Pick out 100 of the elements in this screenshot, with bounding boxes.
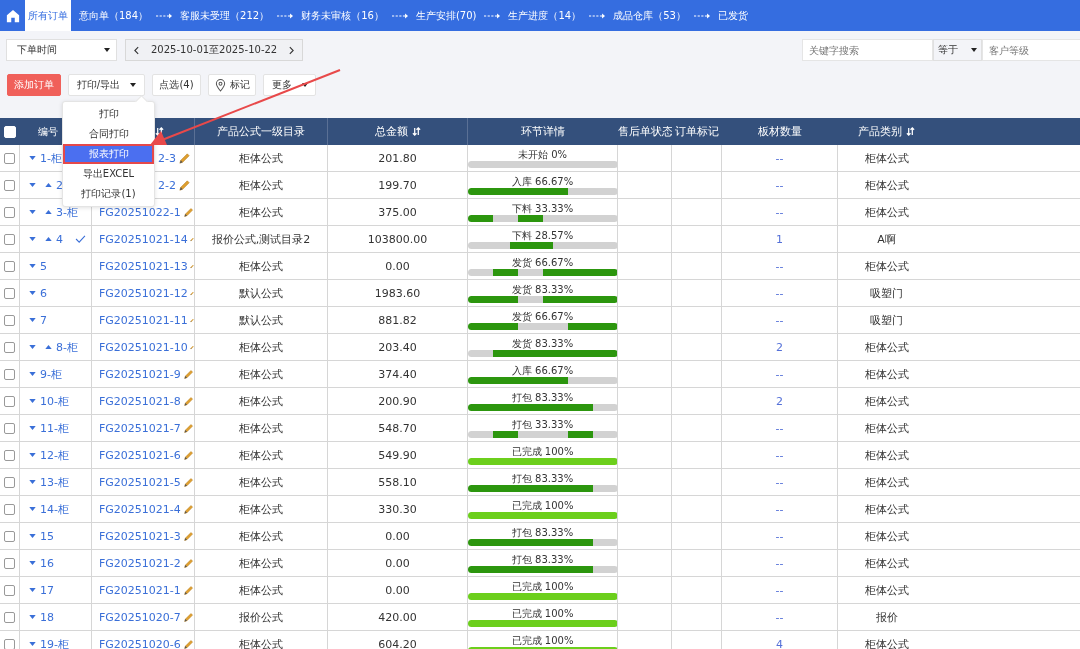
pencil-icon[interactable] xyxy=(178,178,191,192)
caret-down-icon[interactable] xyxy=(29,453,36,457)
caret-down-icon[interactable] xyxy=(29,318,36,322)
sort-icon[interactable] xyxy=(155,127,164,136)
column-header[interactable]: 总金额 xyxy=(374,124,408,139)
row-checkbox[interactable] xyxy=(4,449,15,461)
row-checkbox[interactable] xyxy=(4,287,15,299)
menu-item[interactable]: 报表打印 xyxy=(63,144,154,164)
order-number-link[interactable]: FG20251022-1 xyxy=(99,205,181,219)
row-checkbox[interactable] xyxy=(4,422,15,434)
row-number[interactable]: 19-柜 xyxy=(40,636,69,649)
order-number-link[interactable]: FG20251021-3 xyxy=(99,529,181,543)
pencil-icon[interactable] xyxy=(182,205,194,219)
add-order-button[interactable]: 添加订单 xyxy=(7,74,61,96)
sort-icon[interactable] xyxy=(411,127,421,136)
status-tab[interactable]: 所有订单 xyxy=(25,0,71,31)
row-number[interactable]: 17 xyxy=(40,583,54,597)
pencil-icon[interactable] xyxy=(182,529,194,543)
order-number-link[interactable]: FG20251021-12 xyxy=(99,286,188,300)
row-checkbox[interactable] xyxy=(4,395,15,407)
status-tab[interactable]: 成品仓库（53） xyxy=(610,0,689,31)
sheet-count[interactable]: 2 xyxy=(776,394,783,408)
order-number-link[interactable]: FG20251020-7 xyxy=(99,610,181,624)
home-icon[interactable] xyxy=(6,8,20,23)
pencil-icon[interactable] xyxy=(182,610,194,624)
row-number[interactable]: 16 xyxy=(40,556,54,570)
caret-down-icon[interactable] xyxy=(29,399,36,403)
status-tab[interactable]: 意向单（184） xyxy=(76,0,152,31)
pencil-icon[interactable] xyxy=(182,367,194,381)
order-number-link[interactable]: FG20251021-11 xyxy=(99,313,188,327)
order-number-link[interactable]: FG20251021-6 xyxy=(99,448,181,462)
pick-button[interactable]: 点选(4) xyxy=(152,74,201,96)
menu-item[interactable]: 导出EXCEL xyxy=(63,164,154,184)
status-tab[interactable]: 已发货 xyxy=(714,0,751,31)
order-number-link[interactable]: FG20251021-1 xyxy=(99,583,181,597)
order-number-link[interactable]: FG20251021-7 xyxy=(99,421,181,435)
row-number[interactable]: 14-柜 xyxy=(40,501,69,517)
order-number-link[interactable]: FG20251021-9 xyxy=(99,367,181,381)
chevron-left-icon[interactable] xyxy=(134,45,139,55)
order-number-link[interactable]: FG20251021-10 xyxy=(99,340,188,354)
row-number[interactable]: 8-柜 xyxy=(56,339,78,355)
caret-down-icon[interactable] xyxy=(29,615,36,619)
chevron-right-icon[interactable] xyxy=(289,45,295,55)
order-number-link[interactable]: FG20251021-8 xyxy=(99,394,181,408)
sheet-count[interactable]: -- xyxy=(775,205,784,219)
caret-down-icon[interactable] xyxy=(29,426,36,430)
caret-down-icon[interactable] xyxy=(29,291,36,295)
pencil-icon[interactable] xyxy=(178,151,191,165)
sheet-count[interactable]: 4 xyxy=(776,637,783,649)
sort-icon[interactable] xyxy=(906,127,915,136)
column-header[interactable]: 产品类别 xyxy=(858,124,902,139)
row-number[interactable]: 12-柜 xyxy=(40,447,69,463)
row-checkbox[interactable] xyxy=(4,584,15,596)
caret-down-icon[interactable] xyxy=(29,561,36,565)
pencil-icon[interactable] xyxy=(182,475,194,489)
caret-down-icon[interactable] xyxy=(29,507,36,511)
row-checkbox[interactable] xyxy=(4,368,15,380)
caret-down-icon[interactable] xyxy=(29,156,36,160)
keyword-search-field[interactable]: 关键字搜索 xyxy=(802,39,933,61)
caret-down-icon[interactable] xyxy=(29,588,36,592)
row-number[interactable]: 7 xyxy=(40,313,47,327)
caret-down-icon[interactable] xyxy=(29,345,36,349)
row-number[interactable]: 18 xyxy=(40,610,54,624)
order-number-link[interactable]: FG20251021-2 xyxy=(99,556,181,570)
sheet-count[interactable]: -- xyxy=(775,610,784,624)
caret-down-icon[interactable] xyxy=(29,183,36,187)
caret-up-icon[interactable] xyxy=(45,345,52,349)
menu-item[interactable]: 打印记录(1) xyxy=(63,184,154,204)
caret-down-icon[interactable] xyxy=(29,642,36,646)
caret-down-icon[interactable] xyxy=(29,264,36,268)
row-number[interactable]: 11-柜 xyxy=(40,420,69,436)
sheet-count[interactable]: 1 xyxy=(776,232,783,246)
caret-down-icon[interactable] xyxy=(29,372,36,376)
status-tab[interactable]: 生产安排(70) xyxy=(412,0,480,31)
order-number-link[interactable]: FG20251021-5 xyxy=(99,475,181,489)
menu-item[interactable]: 打印 xyxy=(63,104,154,124)
row-number[interactable]: 10-柜 xyxy=(40,393,69,409)
caret-up-icon[interactable] xyxy=(45,183,52,187)
pencil-icon[interactable] xyxy=(182,556,194,570)
caret-down-icon[interactable] xyxy=(29,534,36,538)
row-checkbox[interactable] xyxy=(4,476,15,488)
pencil-icon[interactable] xyxy=(182,394,194,408)
order-number-link[interactable]: FG20251021-14 xyxy=(99,232,188,246)
row-checkbox[interactable] xyxy=(4,152,15,164)
caret-down-icon[interactable] xyxy=(29,210,36,214)
sheet-count[interactable]: -- xyxy=(775,421,784,435)
sheet-count[interactable]: -- xyxy=(775,313,784,327)
column-header[interactable]: 编号 xyxy=(38,124,58,139)
mark-button[interactable]: 标记 xyxy=(208,74,256,96)
row-number[interactable]: 3-柜 xyxy=(56,204,78,220)
menu-item[interactable]: 合同打印 xyxy=(63,124,154,144)
order-number-link[interactable]: FG20251021-4 xyxy=(99,502,181,516)
caret-up-icon[interactable] xyxy=(45,210,52,214)
row-number[interactable]: 15 xyxy=(40,529,54,543)
row-checkbox[interactable] xyxy=(4,314,15,326)
order-number-link[interactable]: 2-2 xyxy=(158,178,176,192)
sheet-count[interactable]: -- xyxy=(775,178,784,192)
row-number[interactable]: 9-柜 xyxy=(40,366,62,382)
row-checkbox[interactable] xyxy=(4,341,15,353)
row-number[interactable]: 1-柜 xyxy=(40,150,62,166)
